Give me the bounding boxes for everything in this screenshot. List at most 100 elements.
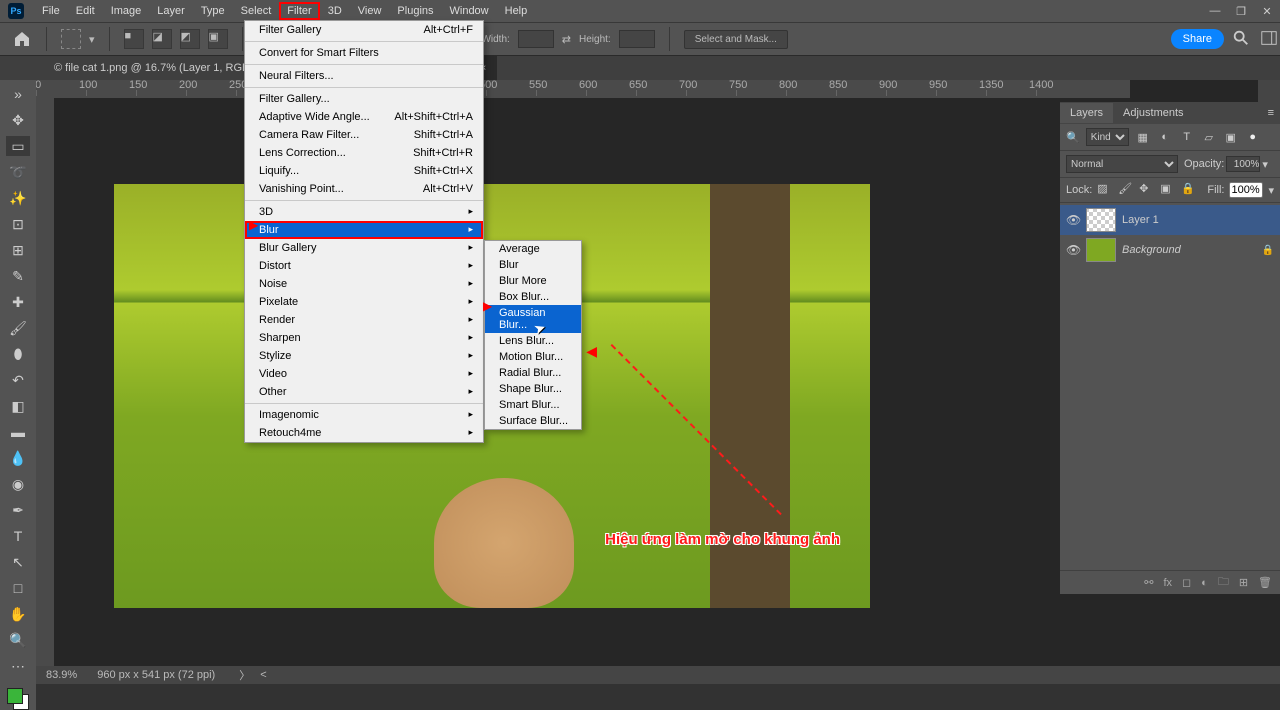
lock-artboard-icon[interactable]: ▣ [1160, 182, 1176, 198]
height-input[interactable] [619, 30, 655, 48]
menu-item-stylize[interactable]: Stylize [245, 347, 483, 365]
add-selection-icon[interactable]: ◪ [152, 29, 172, 49]
menu-item-pixelate[interactable]: Pixelate [245, 293, 483, 311]
color-swatch[interactable] [7, 688, 29, 710]
menu-item[interactable]: Vanishing Point...Alt+Ctrl+V [245, 180, 483, 198]
document-tab[interactable]: © file cat 1.png @ 16.7% (Layer 1, RGB/× [44, 56, 275, 80]
menu-item-blur[interactable]: Blur [245, 221, 483, 239]
layer-thumbnail[interactable] [1086, 208, 1116, 232]
menu-item-blur-more[interactable]: Blur More [485, 273, 581, 289]
path-tool[interactable]: ↖ [6, 552, 30, 572]
mask-icon[interactable]: ◻ [1182, 576, 1191, 589]
menu-item-sharpen[interactable]: Sharpen [245, 329, 483, 347]
close-button[interactable]: ✕ [1254, 2, 1280, 21]
menu-item-motion-blur[interactable]: Motion Blur... [485, 349, 581, 365]
menu-layer[interactable]: Layer [149, 2, 193, 20]
new-selection-icon[interactable]: ■ [124, 29, 144, 49]
menu-item[interactable]: Lens Correction...Shift+Ctrl+R [245, 144, 483, 162]
menu-filter[interactable]: Filter [279, 2, 319, 20]
menu-item-radial-blur[interactable]: Radial Blur... [485, 365, 581, 381]
frame-tool[interactable]: ⊞ [6, 240, 30, 260]
filter-adjust-icon[interactable]: ◐ [1157, 129, 1173, 145]
gradient-tool[interactable]: ▬ [6, 422, 30, 442]
menu-select[interactable]: Select [233, 2, 280, 20]
rectangle-tool[interactable]: □ [6, 578, 30, 598]
marquee-tool[interactable]: ▭ [6, 136, 30, 156]
layer-thumbnail[interactable] [1086, 238, 1116, 262]
history-brush-tool[interactable]: ↶ [6, 370, 30, 390]
share-button[interactable]: Share [1171, 29, 1224, 49]
search-icon[interactable] [1232, 29, 1252, 49]
menu-item-distort[interactable]: Distort [245, 257, 483, 275]
chevron-down-icon[interactable]: ▾ [89, 33, 95, 46]
stamp-tool[interactable]: ⬮ [6, 344, 30, 364]
zoom-tool[interactable]: 🔍 [6, 630, 30, 650]
menu-item-convert-smart[interactable]: Convert for Smart Filters [245, 44, 483, 62]
menu-item[interactable]: Filter Gallery... [245, 90, 483, 108]
more-tools[interactable]: ⋯ [6, 656, 30, 676]
workspace-icon[interactable] [1260, 29, 1280, 49]
menu-item-render[interactable]: Render [245, 311, 483, 329]
filter-pixel-icon[interactable]: ▦ [1135, 129, 1151, 145]
filter-toggle-icon[interactable]: ● [1245, 129, 1261, 145]
hand-tool[interactable]: ✋ [6, 604, 30, 624]
filter-kind-select[interactable]: Kind [1086, 128, 1129, 146]
lock-image-icon[interactable]: 🖌 [1118, 182, 1134, 198]
link-icon[interactable]: ⚯ [1144, 576, 1153, 589]
minimize-button[interactable]: — [1202, 2, 1228, 20]
layer-name[interactable]: Background [1122, 244, 1181, 256]
filter-type-icon[interactable]: T [1179, 129, 1195, 145]
menu-window[interactable]: Window [442, 2, 497, 20]
menu-item-neural[interactable]: Neural Filters... [245, 67, 483, 85]
pen-tool[interactable]: ✒ [6, 500, 30, 520]
menu-item-average[interactable]: Average [485, 241, 581, 257]
tab-adjustments[interactable]: Adjustments [1113, 103, 1194, 123]
menu-item-last-filter[interactable]: Filter GalleryAlt+Ctrl+F [245, 21, 483, 39]
healing-tool[interactable]: ✚ [6, 292, 30, 312]
menu-item[interactable]: Adaptive Wide Angle...Alt+Shift+Ctrl+A [245, 108, 483, 126]
lock-all-icon[interactable]: 🔒 [1181, 182, 1197, 198]
dodge-tool[interactable]: ◉ [6, 474, 30, 494]
subtract-selection-icon[interactable]: ◩ [180, 29, 200, 49]
menu-type[interactable]: Type [193, 2, 233, 20]
width-input[interactable] [518, 30, 554, 48]
menu-item-3d[interactable]: 3D [245, 203, 483, 221]
menu-item[interactable]: Liquify...Shift+Ctrl+X [245, 162, 483, 180]
menu-item-other[interactable]: Other [245, 383, 483, 401]
chevron-down-icon[interactable]: ▾ [1262, 158, 1268, 171]
menu-item-blur[interactable]: Blur [485, 257, 581, 273]
tab-layers[interactable]: Layers [1060, 103, 1113, 123]
menu-item-blur-gallery[interactable]: Blur Gallery [245, 239, 483, 257]
status-chevron-icon[interactable]: < [260, 669, 266, 681]
fill-input[interactable] [1229, 182, 1263, 198]
adjustment-icon[interactable]: ◐ [1201, 577, 1208, 589]
blend-mode-select[interactable]: Normal [1066, 155, 1178, 173]
expand-icon[interactable]: » [6, 84, 30, 104]
visibility-icon[interactable]: 👁 [1066, 213, 1080, 227]
panel-menu-icon[interactable]: ≡ [1262, 103, 1280, 123]
magic-wand-tool[interactable]: ✨ [6, 188, 30, 208]
type-tool[interactable]: T [6, 526, 30, 546]
opacity-input[interactable] [1226, 156, 1260, 172]
menu-view[interactable]: View [350, 2, 390, 20]
swap-icon[interactable]: ⇄ [562, 33, 571, 46]
menu-item-video[interactable]: Video [245, 365, 483, 383]
menu-item-shape-blur[interactable]: Shape Blur... [485, 381, 581, 397]
menu-item[interactable]: Retouch4me [245, 424, 483, 442]
move-tool[interactable]: ✥ [6, 110, 30, 130]
eyedropper-tool[interactable]: ✎ [6, 266, 30, 286]
menu-item-surface-blur[interactable]: Surface Blur... [485, 413, 581, 429]
menu-file[interactable]: File [34, 2, 68, 20]
menu-edit[interactable]: Edit [68, 2, 103, 20]
blur-tool[interactable]: 💧 [6, 448, 30, 468]
menu-item-lens-blur[interactable]: Lens Blur... [485, 333, 581, 349]
select-and-mask-button[interactable]: Select and Mask... [684, 30, 788, 49]
menu-item-smart-blur[interactable]: Smart Blur... [485, 397, 581, 413]
lock-transparent-icon[interactable]: ▨ [1097, 182, 1113, 198]
home-icon[interactable] [12, 29, 32, 49]
fx-icon[interactable]: fx [1163, 577, 1172, 589]
status-caret-icon[interactable]: 〉 [239, 667, 254, 683]
lasso-tool[interactable]: ➰ [6, 162, 30, 182]
filter-smart-icon[interactable]: ▣ [1223, 129, 1239, 145]
menu-image[interactable]: Image [103, 2, 150, 20]
